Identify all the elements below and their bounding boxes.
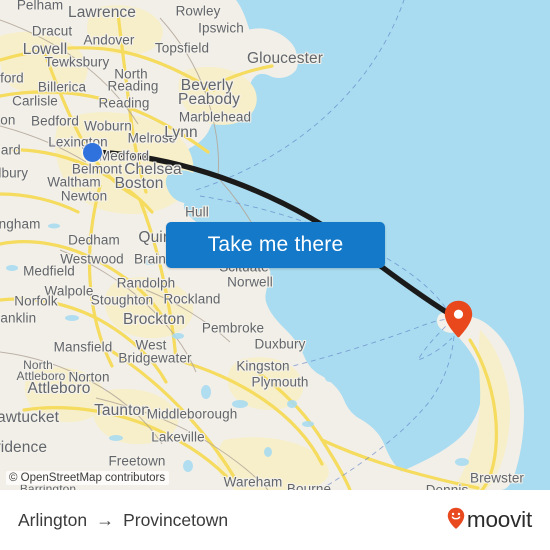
openstreetmap-attribution[interactable]: © OpenStreetMap contributors: [6, 471, 170, 485]
moovit-pin-icon: [447, 507, 465, 534]
route-origin-label: Arlington: [18, 509, 88, 530]
map-canvas[interactable]: Pelham Lawrence Rowley Ipswich Dracut Andover…: [0, 0, 550, 490]
take-me-there-button[interactable]: Take me there: [166, 222, 385, 268]
origin-marker-dot[interactable]: [83, 143, 102, 162]
route-destination-label: Provincetown: [123, 509, 229, 530]
footer-bar: Arlington → Provincetown moovit: [0, 490, 550, 550]
arrow-right-icon: →: [96, 510, 115, 530]
route-summary: Arlington → Provincetown: [18, 510, 228, 531]
map-pin-icon: [444, 300, 473, 338]
moovit-wordmark: moovit: [466, 507, 532, 532]
moovit-route-map-screen: Pelham Lawrence Rowley Ipswich Dracut Andover…: [0, 0, 550, 550]
destination-marker-pin[interactable]: [444, 300, 473, 338]
moovit-logo[interactable]: moovit: [447, 507, 532, 534]
